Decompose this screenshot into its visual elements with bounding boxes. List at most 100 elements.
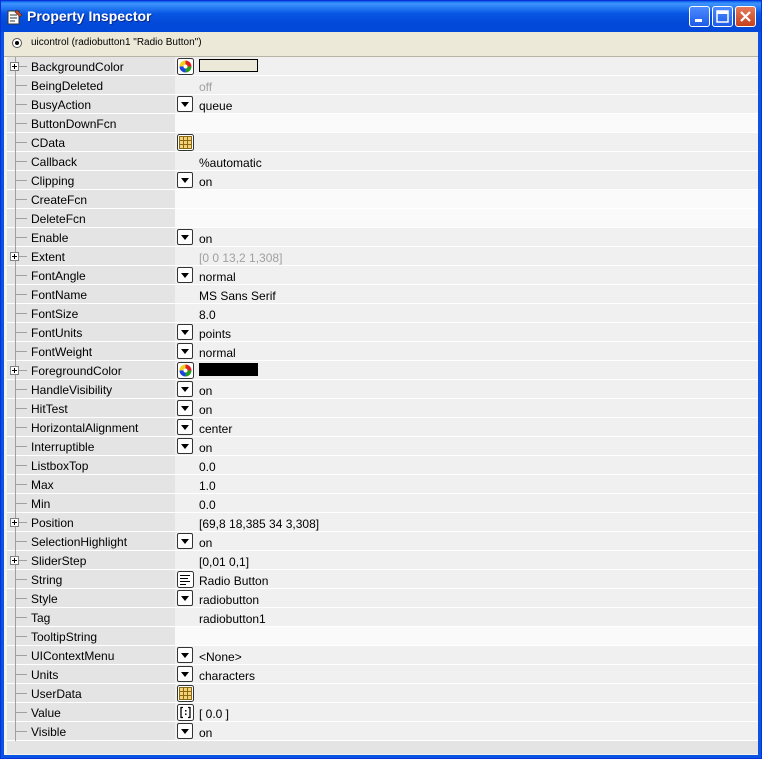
- property-value-cell[interactable]: radiobutton1: [175, 608, 758, 626]
- property-row[interactable]: FontAngle normal: [7, 266, 758, 285]
- property-row[interactable]: SelectionHighlight on: [7, 532, 758, 551]
- property-row[interactable]: TooltipString: [7, 627, 758, 646]
- property-value-cell[interactable]: [175, 361, 758, 379]
- expand-plus-icon[interactable]: [10, 518, 19, 527]
- property-value-cell[interactable]: normal: [175, 342, 758, 360]
- property-value-cell[interactable]: points: [175, 323, 758, 341]
- minimize-button[interactable]: [689, 6, 710, 27]
- property-value-cell[interactable]: [175, 57, 758, 75]
- property-value-cell[interactable]: on: [175, 380, 758, 398]
- property-row[interactable]: BackgroundColor: [7, 57, 758, 76]
- property-value-cell[interactable]: [0 0 13,2 1,308]: [175, 247, 758, 265]
- property-value-cell[interactable]: <None>: [175, 646, 758, 664]
- property-row[interactable]: SliderStep [0,01 0,1]: [7, 551, 758, 570]
- property-value-cell[interactable]: on: [175, 437, 758, 455]
- property-value-cell[interactable]: center: [175, 418, 758, 436]
- property-row[interactable]: String Radio Button: [7, 570, 758, 589]
- property-row[interactable]: HitTest on: [7, 399, 758, 418]
- property-value-cell[interactable]: %automatic: [175, 152, 758, 170]
- dropdown-arrow-icon[interactable]: [177, 666, 193, 682]
- property-row[interactable]: ButtonDownFcn: [7, 114, 758, 133]
- property-value-cell[interactable]: [175, 133, 758, 151]
- property-row[interactable]: Visible on: [7, 722, 758, 741]
- property-row[interactable]: BeingDeleted off: [7, 76, 758, 95]
- dropdown-arrow-icon[interactable]: [177, 590, 193, 606]
- dropdown-arrow-icon[interactable]: [177, 324, 193, 340]
- matrix-editor-icon[interactable]: [177, 134, 194, 151]
- dropdown-arrow-icon[interactable]: [177, 96, 193, 112]
- dropdown-arrow-icon[interactable]: [177, 400, 193, 416]
- property-value-cell[interactable]: Radio Button: [175, 570, 758, 588]
- property-row[interactable]: Clipping on: [7, 171, 758, 190]
- property-value-cell[interactable]: [175, 190, 758, 208]
- property-row[interactable]: Min 0.0: [7, 494, 758, 513]
- dropdown-arrow-icon[interactable]: [177, 438, 193, 454]
- property-row[interactable]: Position [69,8 18,385 34 3,308]: [7, 513, 758, 532]
- property-row[interactable]: BusyAction queue: [7, 95, 758, 114]
- property-value-cell[interactable]: queue: [175, 95, 758, 113]
- property-row[interactable]: DeleteFcn: [7, 209, 758, 228]
- property-row[interactable]: CreateFcn: [7, 190, 758, 209]
- property-row[interactable]: Style radiobutton: [7, 589, 758, 608]
- property-row[interactable]: Enable on: [7, 228, 758, 247]
- property-value-cell[interactable]: on: [175, 722, 758, 740]
- property-value-cell[interactable]: [175, 209, 758, 227]
- property-row[interactable]: ForegroundColor: [7, 361, 758, 380]
- property-value-cell[interactable]: on: [175, 532, 758, 550]
- property-value-cell[interactable]: off: [175, 76, 758, 94]
- matrix-editor-icon[interactable]: [177, 685, 194, 702]
- color-wheel-icon[interactable]: [177, 58, 194, 75]
- property-row[interactable]: FontName MS Sans Serif: [7, 285, 758, 304]
- close-button[interactable]: [735, 6, 756, 27]
- title-bar[interactable]: Property Inspector: [1, 1, 761, 32]
- property-row[interactable]: FontSize 8.0: [7, 304, 758, 323]
- expand-plus-icon[interactable]: [10, 556, 19, 565]
- property-value-cell[interactable]: [175, 627, 758, 645]
- property-row[interactable]: Tag radiobutton1: [7, 608, 758, 627]
- property-value-cell[interactable]: [175, 114, 758, 132]
- dropdown-arrow-icon[interactable]: [177, 419, 193, 435]
- property-row[interactable]: Callback %automatic: [7, 152, 758, 171]
- property-row[interactable]: HorizontalAlignment center: [7, 418, 758, 437]
- property-row[interactable]: Extent [0 0 13,2 1,308]: [7, 247, 758, 266]
- property-value-cell[interactable]: 0.0: [175, 494, 758, 512]
- dropdown-arrow-icon[interactable]: [177, 343, 193, 359]
- property-value-cell[interactable]: on: [175, 228, 758, 246]
- property-row[interactable]: ListboxTop 0.0: [7, 456, 758, 475]
- property-value-cell[interactable]: normal: [175, 266, 758, 284]
- property-value-cell[interactable]: characters: [175, 665, 758, 683]
- expand-plus-icon[interactable]: [10, 366, 19, 375]
- property-row[interactable]: Interruptible on: [7, 437, 758, 456]
- maximize-button[interactable]: [712, 6, 733, 27]
- property-row[interactable]: FontWeight normal: [7, 342, 758, 361]
- property-value-cell[interactable]: radiobutton: [175, 589, 758, 607]
- property-value-cell[interactable]: [ 0.0 ]: [175, 703, 758, 721]
- property-row[interactable]: UserData: [7, 684, 758, 703]
- dropdown-arrow-icon[interactable]: [177, 381, 193, 397]
- property-row[interactable]: HandleVisibility on: [7, 380, 758, 399]
- property-value-cell[interactable]: MS Sans Serif: [175, 285, 758, 303]
- property-value-cell[interactable]: [175, 684, 758, 702]
- expand-plus-icon[interactable]: [10, 252, 19, 261]
- property-value-cell[interactable]: 8.0: [175, 304, 758, 322]
- property-value-cell[interactable]: [0,01 0,1]: [175, 551, 758, 569]
- dropdown-arrow-icon[interactable]: [177, 533, 193, 549]
- property-value-cell[interactable]: [69,8 18,385 34 3,308]: [175, 513, 758, 531]
- dropdown-arrow-icon[interactable]: [177, 267, 193, 283]
- dropdown-arrow-icon[interactable]: [177, 723, 193, 739]
- property-value-cell[interactable]: on: [175, 399, 758, 417]
- dropdown-arrow-icon[interactable]: [177, 172, 193, 188]
- property-row[interactable]: FontUnits points: [7, 323, 758, 342]
- color-wheel-icon[interactable]: [177, 362, 194, 379]
- property-row[interactable]: Max 1.0: [7, 475, 758, 494]
- property-row[interactable]: Value [ 0.0 ]: [7, 703, 758, 722]
- property-value-cell[interactable]: 0.0: [175, 456, 758, 474]
- property-value-cell[interactable]: on: [175, 171, 758, 189]
- property-row[interactable]: Units characters: [7, 665, 758, 684]
- dropdown-arrow-icon[interactable]: [177, 229, 193, 245]
- text-editor-icon[interactable]: [177, 571, 194, 588]
- dropdown-arrow-icon[interactable]: [177, 647, 193, 663]
- property-value-cell[interactable]: 1.0: [175, 475, 758, 493]
- expand-plus-icon[interactable]: [10, 62, 19, 71]
- array-editor-icon[interactable]: [177, 704, 194, 721]
